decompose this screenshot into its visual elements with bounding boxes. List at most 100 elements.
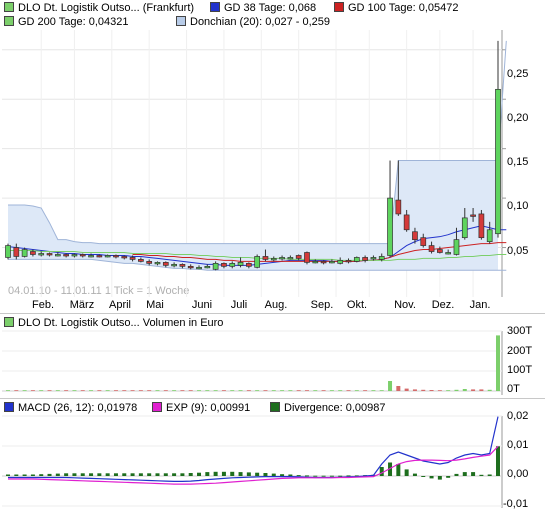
divergence-bar — [479, 474, 484, 476]
candle-body — [154, 262, 161, 265]
candle-body — [196, 266, 202, 270]
volume-bar — [329, 390, 334, 391]
volume-bar — [172, 390, 177, 391]
volume-bar — [238, 390, 243, 391]
divergence-bar — [404, 469, 409, 476]
candle-body — [187, 265, 194, 269]
divergence-bar — [496, 446, 500, 476]
candle-body — [88, 255, 94, 258]
divergence-bar — [421, 476, 426, 477]
divergence-bar — [155, 473, 160, 476]
candle-body — [54, 254, 61, 257]
candle-body — [312, 261, 319, 264]
divergence-bar — [288, 474, 293, 476]
candle-body — [295, 255, 302, 259]
divergence-bar — [205, 472, 210, 476]
stock-chart — [2, 30, 507, 508]
volume-bar — [479, 389, 484, 391]
volume-bar — [55, 390, 60, 391]
divergence-bar — [30, 474, 35, 476]
candle-body — [129, 257, 136, 260]
volume-bar — [487, 389, 492, 391]
volume-bar — [6, 390, 10, 391]
divergence-bar — [113, 473, 118, 476]
divergence-bar — [6, 474, 10, 476]
divergence-bar — [280, 474, 285, 476]
divergence-bar — [271, 473, 276, 476]
candle-body — [71, 254, 78, 257]
divergence-bar — [22, 474, 27, 476]
divergence-bar — [230, 471, 235, 476]
candle-body — [46, 253, 53, 256]
candle-body — [204, 265, 211, 269]
volume-bar — [230, 390, 235, 391]
volume-bar — [30, 390, 35, 391]
volume-bar — [338, 390, 343, 391]
candle-body — [304, 252, 310, 263]
candle-body — [104, 255, 111, 258]
volume-bar — [155, 390, 160, 391]
divergence-bar — [255, 472, 260, 476]
volume-bar — [163, 390, 168, 391]
volume-bar — [363, 390, 368, 391]
candle-body — [478, 213, 485, 239]
candle-body — [212, 263, 219, 270]
divergence-bar — [47, 473, 52, 476]
divergence-bar — [379, 467, 384, 476]
candle-body — [245, 263, 252, 267]
divergence-bar — [89, 473, 94, 476]
divergence-bar — [39, 474, 44, 476]
divergence-bar — [221, 471, 226, 476]
candle-body — [453, 239, 460, 255]
candle-body — [378, 256, 385, 260]
volume-bar — [80, 390, 85, 391]
divergence-bar — [172, 473, 177, 476]
candle-body — [395, 199, 402, 215]
divergence-bar — [462, 472, 467, 476]
divergence-bar — [446, 476, 451, 478]
candle-body — [113, 255, 119, 258]
divergence-bar — [471, 472, 476, 476]
volume-bar — [246, 390, 251, 391]
candle-body — [420, 237, 427, 246]
volume-bar — [205, 390, 210, 391]
candle-body — [437, 249, 443, 253]
candle-body — [96, 255, 103, 258]
candle-body — [337, 260, 344, 264]
divergence-bar — [396, 464, 401, 476]
volume-bar — [72, 390, 77, 391]
candle-body — [13, 247, 20, 257]
volume-bar — [188, 390, 193, 391]
volume-bar — [89, 390, 94, 391]
divergence-bar — [80, 473, 85, 476]
volume-bar — [446, 390, 451, 391]
candle-body — [63, 254, 69, 257]
candle-body — [262, 256, 269, 260]
volume-bar — [280, 390, 285, 391]
volume-bar — [321, 390, 326, 391]
volume-bar — [454, 389, 459, 391]
candle-body — [38, 253, 45, 256]
candle-body — [412, 231, 418, 240]
candle-body — [403, 214, 410, 231]
candle-body — [30, 251, 36, 255]
volume-bar — [404, 388, 409, 391]
divergence-bar — [180, 473, 185, 476]
volume-bar — [429, 390, 434, 391]
volume-bar — [180, 390, 185, 391]
candle-body — [470, 214, 476, 217]
candle-body — [270, 258, 277, 261]
candle-body — [345, 260, 352, 263]
candle-body — [121, 256, 128, 259]
volume-bar — [14, 390, 19, 391]
divergence-bar — [487, 474, 492, 476]
volume-bar — [396, 386, 401, 391]
divergence-bar — [429, 476, 434, 479]
candle-body — [445, 252, 452, 255]
candle-body — [370, 257, 377, 260]
candle-body — [387, 197, 393, 256]
candle-body — [279, 257, 285, 260]
volume-bar — [496, 335, 500, 391]
volume-bar — [263, 390, 268, 391]
candle-body — [495, 88, 501, 235]
